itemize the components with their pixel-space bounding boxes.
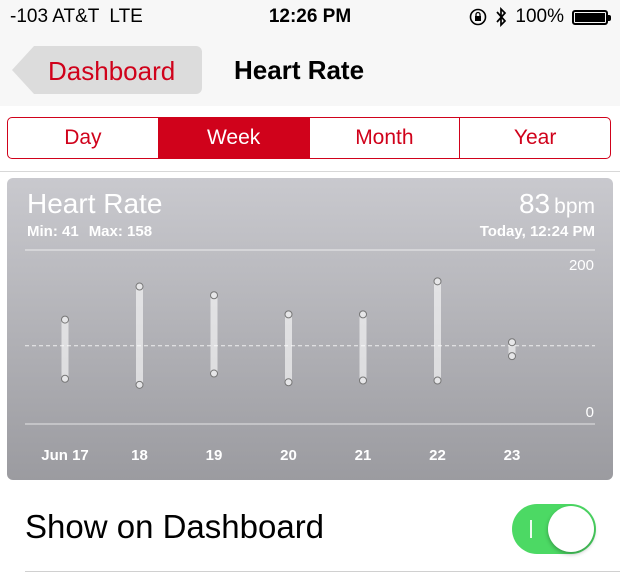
range-point-low [433,376,442,385]
range-bar [136,286,143,385]
range-bar [210,295,218,374]
x-tick-label: 20 [280,447,297,464]
x-tick-label: 18 [131,447,148,464]
show-on-dashboard-toggle[interactable] [512,504,596,554]
time-range-segmented-control: Day Week Month Year [7,117,611,159]
battery-percent: 100% [515,6,564,27]
range-bar [285,314,292,383]
x-tick-label: 21 [355,447,372,464]
back-button[interactable]: Dashboard [12,46,202,94]
range-point-low [135,380,144,389]
range-point-low [508,352,516,361]
x-tick-label: Jun 17 [41,447,89,464]
range-point-high [433,277,442,286]
toggle-on-mark [530,520,532,538]
range-bar [359,314,367,381]
x-tick-label: 23 [504,447,521,464]
range-bar [61,319,69,379]
x-tick-label: 19 [206,447,223,464]
y-tick-label: 0 [586,404,594,421]
segment-day[interactable]: Day [8,118,159,158]
battery-fill [575,12,605,22]
battery-icon [572,9,611,25]
show-on-dashboard-row: Show on Dashboard [0,482,620,572]
status-right: 100% [469,6,611,28]
row-divider [25,571,620,572]
heart-rate-chart-card[interactable]: Heart Rate Min: 41 Max: 158 83 bpm Today, … [7,178,613,480]
range-point-high [284,310,293,319]
range-point-high [135,282,144,291]
range-point-low [284,378,293,387]
page-title: Heart Rate [234,55,365,85]
divider [0,171,620,172]
bluetooth-icon [496,7,507,27]
segment-month[interactable]: Month [310,118,461,158]
segment-week[interactable]: Week [158,118,310,158]
range-point-high [61,315,69,324]
toggle-knob [548,506,594,552]
y-tick-label: 200 [569,257,594,274]
nav-bar: Dashboard Heart Rate [0,36,620,106]
range-bar [434,281,441,381]
show-on-dashboard-label: Show on Dashboard [25,508,325,545]
heart-rate-range-chart: 200 0 Jun 17 18 19 20 21 22 23 [25,249,595,464]
range-point-low [210,369,218,378]
segment-year[interactable]: Year [460,118,610,158]
range-point-high [210,291,218,300]
x-tick-label: 22 [429,447,446,464]
range-point-low [359,376,367,385]
range-point-high [508,338,516,347]
range-point-high [359,310,367,319]
status-bar: -103 AT&T LTE 12:26 PM 100% [0,0,620,36]
back-button-label: Dashboard [48,56,176,86]
rotation-lock-icon [470,8,487,26]
range-point-low [61,374,69,383]
